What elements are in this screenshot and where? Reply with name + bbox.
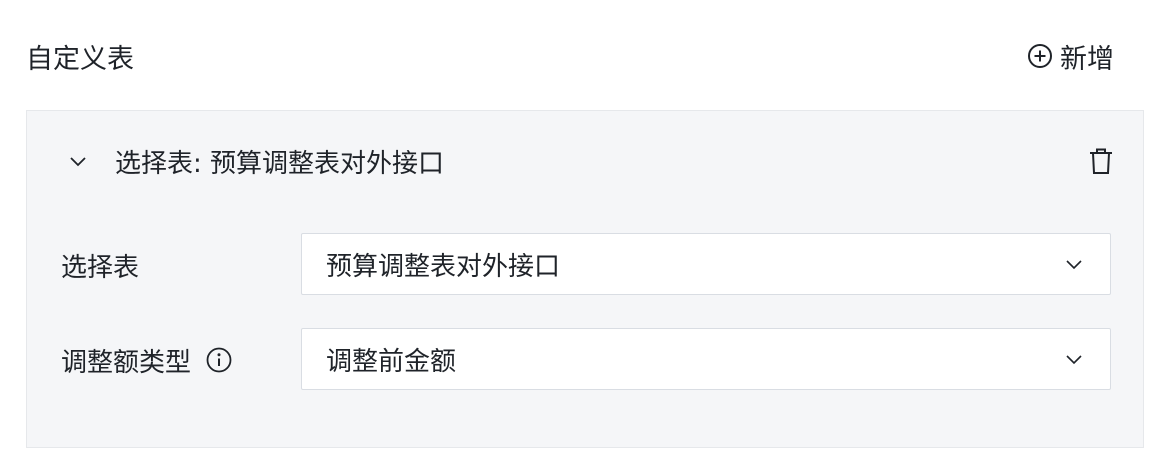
field-row-table: 选择表 预算调整表对外接口 [61,233,1113,297]
section-header: 自定义表 新增 [26,34,1114,78]
panel-header[interactable]: 选择表: 预算调整表对外接口 [67,139,1117,183]
section-title: 自定义表 [26,43,134,75]
table-select[interactable]: 预算调整表对外接口 [301,233,1111,295]
field-label-text: 调整额类型 [61,347,192,378]
info-icon[interactable] [205,346,233,374]
chevron-down-icon[interactable] [67,150,89,172]
chevron-down-icon [1066,260,1082,270]
trash-icon[interactable] [1085,145,1117,177]
table-config-panel: 选择表: 预算调整表对外接口 选择表 预算调整表对外接口 调整额类型 调整前金额 [26,110,1144,448]
adjust-type-select[interactable]: 调整前金额 [301,328,1111,390]
chevron-down-icon [1066,355,1082,365]
select-value: 预算调整表对外接口 [326,251,561,282]
panel-title: 选择表: 预算调整表对外接口 [115,148,445,179]
add-button-label: 新增 [1060,43,1114,75]
add-button[interactable]: 新增 [1026,37,1114,76]
field-label-adjust-type: 调整额类型 [61,342,301,379]
field-label-table: 选择表 [61,247,301,284]
field-row-adjust-type: 调整额类型 调整前金额 [61,328,1113,392]
select-value: 调整前金额 [326,346,457,377]
plus-circle-icon [1028,44,1052,68]
field-label-text: 选择表 [61,252,140,283]
